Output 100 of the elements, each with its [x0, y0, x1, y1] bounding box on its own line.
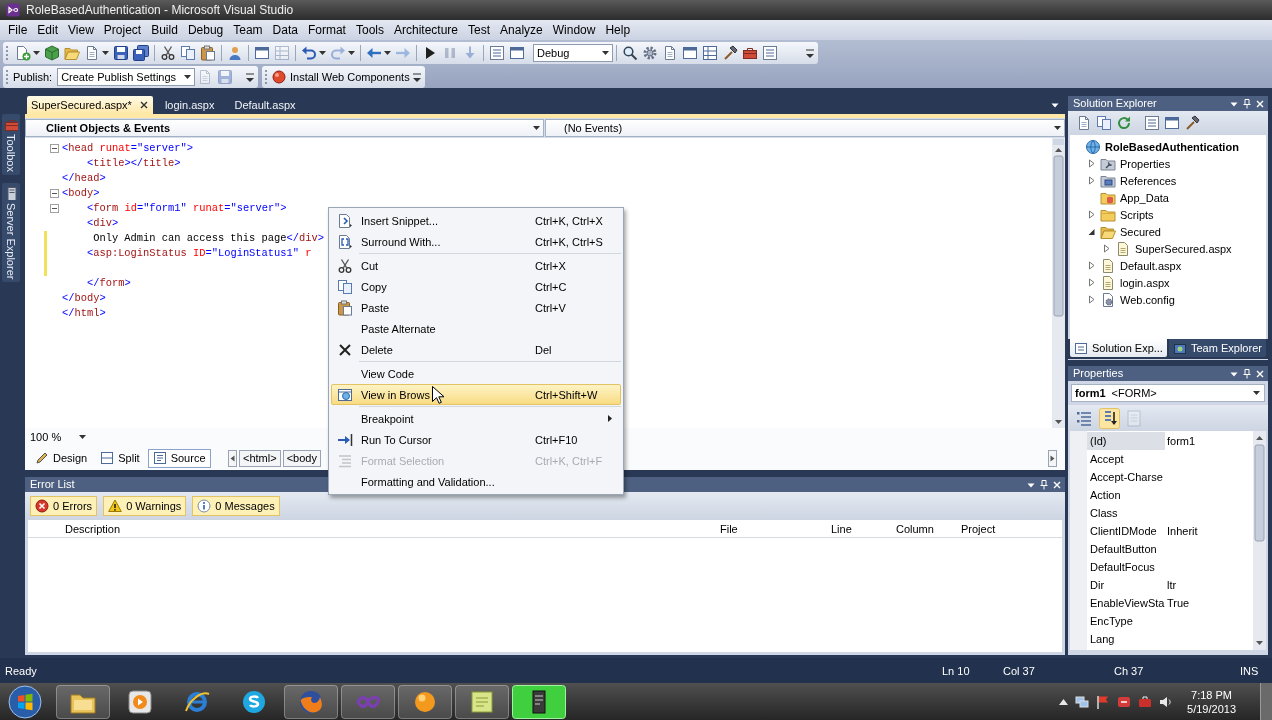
menu-item[interactable]: Delete Del — [331, 339, 621, 360]
menu-item[interactable]: Breakpoint — [331, 408, 621, 429]
scroll-left-icon[interactable] — [228, 449, 237, 467]
close-icon[interactable] — [139, 101, 148, 109]
column-header[interactable]: Line — [831, 522, 852, 535]
vertical-scrollbar[interactable] — [1253, 431, 1266, 650]
object-selector[interactable]: form1 <FORM> — [1071, 384, 1265, 402]
tree-item[interactable]: App_Data — [1120, 190, 1169, 205]
menu-item[interactable]: Edit — [32, 22, 64, 38]
start-orb-icon[interactable] — [8, 684, 42, 719]
view-tab[interactable]: Split — [95, 448, 145, 468]
menu-item[interactable]: Debug — [182, 22, 229, 38]
window-icon[interactable] — [1164, 115, 1180, 131]
menu-item[interactable]: Copy Ctrl+C — [331, 276, 621, 297]
collapse-icon[interactable] — [50, 189, 59, 198]
tree-item[interactable]: References — [1120, 173, 1177, 188]
menu-item[interactable]: Insert Snippet... Ctrl+K, Ctrl+X — [331, 210, 621, 231]
menu-item[interactable]: View — [63, 22, 99, 38]
list-icon[interactable] — [762, 45, 778, 61]
filter-button[interactable]: 0 Errors — [30, 496, 98, 516]
column-header[interactable]: Column — [896, 522, 934, 535]
toolbar-overflow-icon[interactable] — [412, 71, 422, 83]
window-icon[interactable] — [254, 45, 270, 61]
web-page-icon[interactable] — [1115, 240, 1131, 257]
tree-item[interactable]: Web.config — [1120, 292, 1175, 307]
panel-tab[interactable]: Team Explorer — [1169, 339, 1266, 357]
collapse-icon[interactable] — [50, 204, 59, 213]
speaker-icon[interactable] — [1159, 694, 1174, 709]
view-tab[interactable]: Source — [147, 448, 211, 468]
open-folder-icon[interactable] — [64, 45, 80, 61]
panel-tab[interactable]: Solution Exp... — [1070, 339, 1167, 357]
globe-icon[interactable] — [1085, 138, 1101, 155]
tree-item[interactable]: Scripts — [1120, 207, 1154, 222]
menu-item[interactable]: Formatting and Validation... — [331, 471, 621, 492]
refresh-icon[interactable] — [1116, 115, 1132, 131]
window-icon[interactable] — [509, 45, 525, 61]
expand-icon[interactable] — [1087, 261, 1096, 270]
expand-icon[interactable] — [1087, 295, 1096, 304]
side-tab[interactable]: Server Explorer — [2, 182, 20, 283]
back-arrow-icon[interactable] — [366, 45, 382, 61]
undo-icon[interactable] — [301, 45, 317, 61]
menu-item[interactable]: Data — [267, 22, 303, 38]
vertical-scrollbar[interactable] — [1052, 138, 1065, 428]
new-document-icon[interactable] — [15, 45, 31, 61]
caret-icon[interactable] — [102, 51, 109, 55]
grip-icon[interactable] — [264, 68, 268, 86]
filter-button[interactable]: 0 Messages — [192, 496, 280, 516]
network-icon[interactable] — [1075, 694, 1090, 709]
document-tab[interactable]: login.aspx — [156, 96, 223, 114]
menu-item[interactable]: Paste Alternate — [331, 318, 621, 339]
briefcase-icon[interactable] — [1138, 694, 1153, 709]
hammer-icon[interactable] — [722, 45, 738, 61]
flag-icon[interactable] — [1096, 694, 1111, 709]
folder-icon[interactable] — [56, 684, 110, 719]
dropdown-arrow-icon[interactable] — [1051, 101, 1059, 109]
sort-icon[interactable] — [1099, 407, 1120, 429]
tree-item[interactable]: Secured — [1120, 224, 1161, 239]
floppy-disks-icon[interactable] — [133, 45, 149, 61]
fox-globe-icon[interactable] — [284, 684, 338, 719]
expand-icon[interactable] — [1087, 176, 1096, 185]
copy-icon[interactable] — [180, 45, 196, 61]
document-tab[interactable]: Default.aspx — [226, 96, 304, 114]
event-dropdown[interactable]: (No Events) — [545, 119, 1065, 137]
scroll-right-icon[interactable] — [1048, 449, 1057, 467]
web-page-icon[interactable] — [1100, 257, 1116, 274]
filter-button[interactable]: 0 Warnings — [103, 496, 187, 516]
clipboard-icon[interactable] — [200, 45, 216, 61]
tree-item[interactable]: Properties — [1120, 156, 1171, 171]
caret-icon[interactable] — [384, 51, 391, 55]
caret-icon[interactable] — [33, 51, 40, 55]
media-player-icon[interactable] — [126, 687, 154, 716]
zoom-dropdown[interactable]: 100 % — [28, 429, 90, 445]
copy-icon[interactable] — [1096, 115, 1112, 131]
document-icon[interactable] — [84, 45, 100, 61]
column-header[interactable]: Description — [65, 522, 121, 535]
expand-icon[interactable] — [1087, 159, 1096, 168]
collapse-icon[interactable] — [1087, 227, 1096, 236]
grip-icon[interactable] — [5, 44, 9, 62]
menu-item[interactable]: Cut Ctrl+X — [331, 255, 621, 276]
caret-icon[interactable] — [319, 51, 326, 55]
pin-icon[interactable] — [1040, 479, 1048, 490]
expand-icon[interactable] — [1102, 244, 1111, 253]
configuration-dropdown[interactable]: Debug — [533, 44, 613, 62]
pin-icon[interactable] — [1243, 98, 1251, 109]
search-icon[interactable] — [622, 45, 638, 61]
grip-icon[interactable] — [5, 68, 9, 86]
menu-item[interactable]: Window — [547, 22, 601, 38]
menu-item[interactable]: Surround With... Ctrl+K, Ctrl+S — [331, 231, 621, 252]
menu-item[interactable]: View Code — [331, 363, 621, 384]
expand-icon[interactable] — [1087, 210, 1096, 219]
collapse-icon[interactable] — [50, 144, 59, 153]
menu-item[interactable]: Team — [228, 22, 268, 38]
caret-up-icon[interactable] — [1059, 698, 1069, 705]
tree-item[interactable]: Default.aspx — [1120, 258, 1182, 273]
side-tab[interactable]: Toolbox — [2, 114, 20, 175]
list-icon[interactable] — [489, 45, 505, 61]
toolbar-overflow-icon[interactable] — [245, 71, 255, 83]
list-icon[interactable] — [1144, 115, 1160, 131]
terminal-icon[interactable] — [512, 684, 566, 719]
breadcrumb[interactable]: <html> — [239, 449, 281, 467]
